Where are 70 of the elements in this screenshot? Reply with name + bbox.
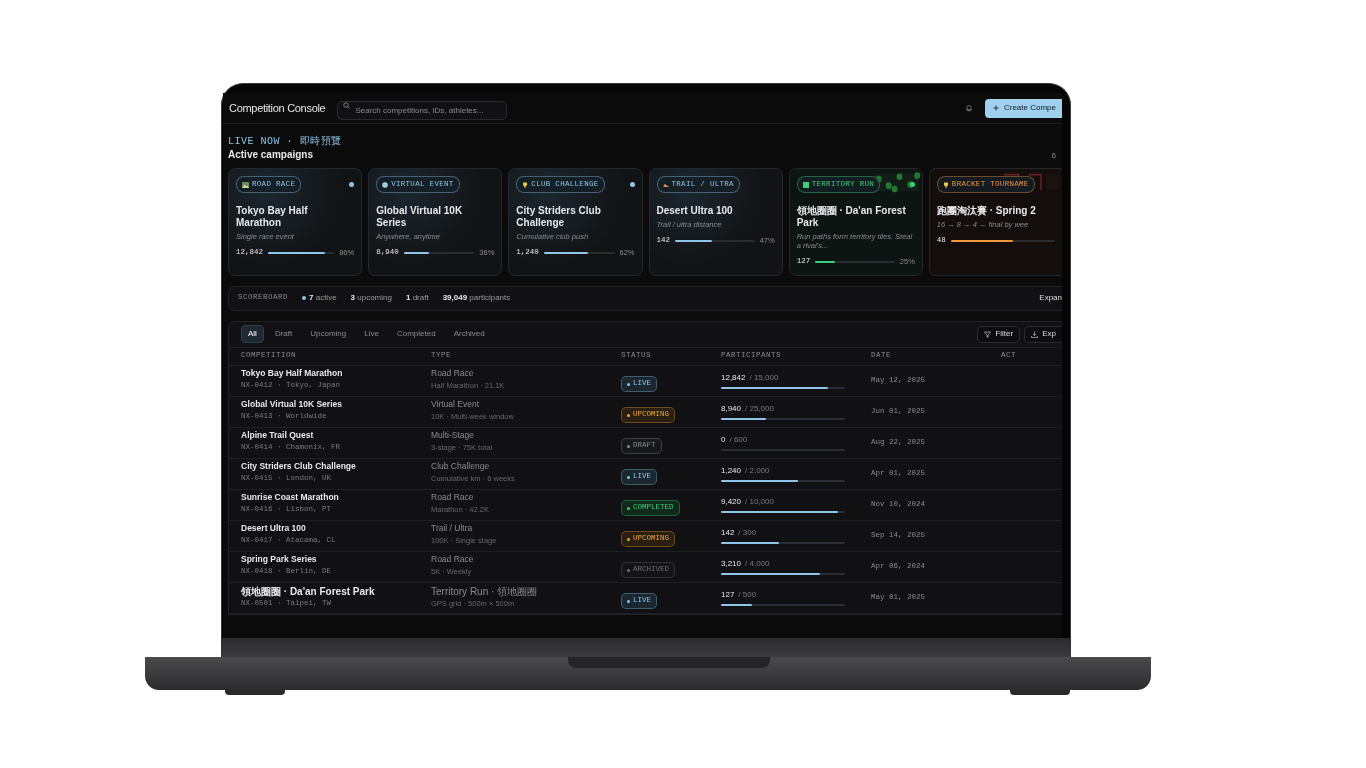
participant-count: 12,842 — [721, 371, 746, 384]
participant-count: 9,420 — [721, 495, 742, 508]
participant-count: 1,240 — [721, 464, 742, 477]
participant-capacity: / 10,000 — [745, 495, 774, 508]
competition-type: Road Race — [431, 555, 475, 566]
search-icon — [343, 102, 351, 109]
filter-button[interactable]: Filter — [977, 325, 1021, 343]
section-eyebrow: LIVE NOW · 即時預覽 — [228, 136, 342, 147]
expand-button[interactable]: Expan — [1039, 292, 1062, 304]
competition-type: Road Race — [431, 493, 475, 504]
competition-name: City Striders Club Challenge — [241, 462, 357, 473]
card-title: 領地圈圈 · Da'an Forest Park — [796, 205, 907, 230]
stat-text: 39,049 participants — [442, 292, 511, 304]
filter-tab[interactable]: Live — [357, 325, 386, 343]
competition-type: Virtual Event — [431, 400, 481, 411]
stat-text: 3 upcoming — [350, 292, 392, 304]
participant-count: 8,940 — [721, 402, 742, 415]
app-title: Competition Console — [229, 100, 326, 116]
globe-icon — [382, 181, 389, 188]
card-title: Global Virtual 10K Series — [376, 205, 464, 230]
card-title: Desert Ultra 100 — [656, 205, 734, 218]
participant-capacity: / 300 — [738, 526, 757, 539]
competition-name: Global Virtual 10K Series — [241, 400, 343, 411]
competition-type: Road Race — [431, 369, 475, 380]
competition-name: Spring Park Series — [241, 555, 318, 566]
filter-tab[interactable]: Archived — [446, 325, 492, 343]
create-button[interactable]: Create Compe — [984, 98, 1062, 118]
download-icon — [1031, 330, 1039, 338]
card-title: City Striders Club Challenge — [516, 205, 602, 230]
participant-capacity: / 2,000 — [745, 464, 770, 477]
landscape-icon — [242, 181, 249, 188]
laptop-foot — [1010, 690, 1070, 695]
filter-tab[interactable]: Upcoming — [303, 325, 354, 343]
participant-capacity: / 4,000 — [745, 557, 770, 570]
competition-type: Club Challenge — [431, 462, 491, 473]
filter-tab[interactable]: Completed — [389, 325, 443, 343]
participant-capacity: / 15,000 — [749, 371, 779, 384]
participant-count: 142 — [721, 526, 735, 539]
competition-name: Tokyo Bay Half Marathon — [241, 369, 344, 380]
campaign-count: 6 — [1051, 150, 1056, 162]
trophy-icon — [942, 181, 949, 188]
stat-text: 7 active — [309, 292, 337, 304]
shoe-icon — [662, 181, 669, 188]
participant-capacity: / 500 — [738, 588, 757, 601]
competition-type: Multi-Stage — [431, 431, 475, 442]
filter-tab[interactable]: Draft — [267, 325, 300, 343]
card-title: Tokyo Bay Half Marathon — [236, 205, 309, 230]
competition-type: Trail / Ultra — [431, 524, 474, 535]
competition-name: 領地圈圈 · Da'an Forest Park — [241, 585, 376, 598]
card-title: 跑團淘汰賽 · Spring 2 — [936, 205, 1037, 218]
competition-name: Alpine Trail Quest — [241, 431, 315, 442]
participant-count: 3,210 — [721, 557, 742, 570]
export-button[interactable]: Exp — [1024, 325, 1062, 343]
participant-capacity: / 600 — [729, 433, 748, 446]
plus-icon — [992, 105, 999, 111]
competition-name: Desert Ultra 100 — [241, 524, 307, 535]
laptop-foot — [225, 690, 285, 695]
bell-icon — [964, 104, 973, 112]
trophy-icon — [522, 181, 529, 188]
square-icon — [802, 181, 809, 188]
filter-icon — [984, 330, 992, 338]
search-field[interactable]: Search competitions, IDs, athletes... — [337, 101, 508, 120]
participant-count: 0 — [721, 433, 726, 446]
stat-text: 1 draft — [405, 292, 429, 304]
section-heading: Active campaigns — [228, 148, 315, 162]
competition-type: Territory Run · 領地圈圈 — [431, 585, 539, 598]
competition-name: Sunrise Coast Marathon — [241, 493, 340, 504]
filter-tab[interactable]: All — [241, 325, 264, 343]
participant-count: 127 — [721, 588, 735, 601]
participant-capacity: / 25,000 — [745, 402, 774, 415]
